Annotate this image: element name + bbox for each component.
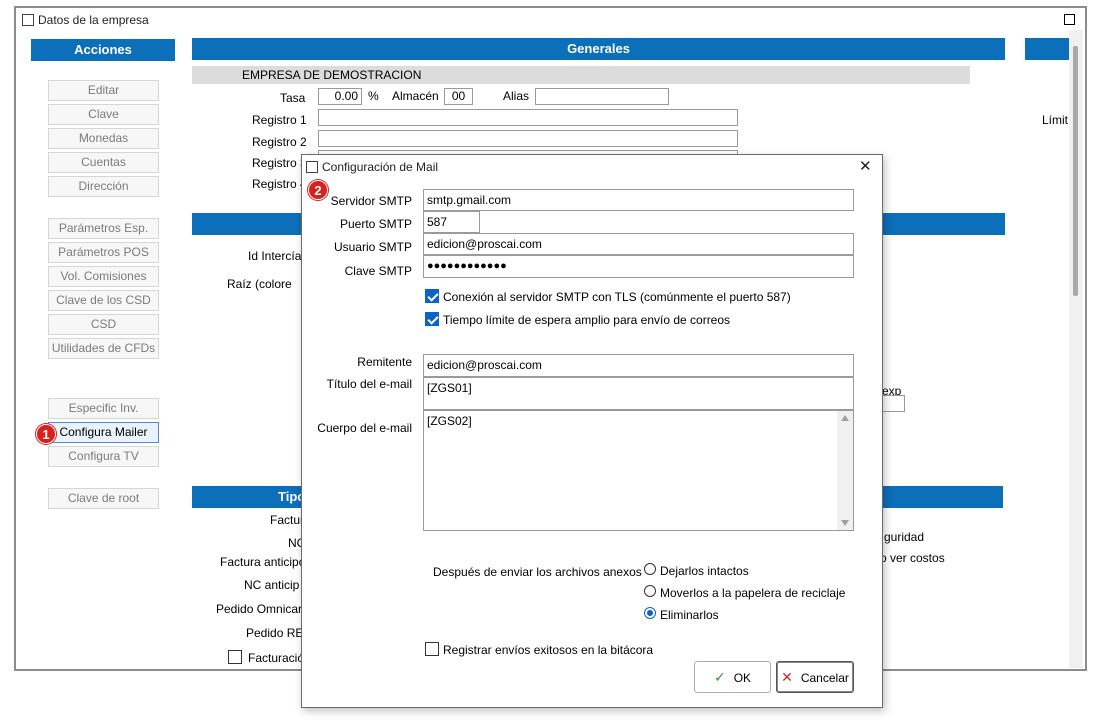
tls-checkbox[interactable] xyxy=(425,289,439,303)
window-icon xyxy=(22,14,34,26)
alias-label: Alias xyxy=(503,89,530,103)
close-icon[interactable]: ✕ xyxy=(859,157,872,175)
cuerpo-textarea[interactable]: [ZGS02] xyxy=(423,410,854,531)
tasa-input[interactable]: 0.00 xyxy=(318,88,362,105)
facturacion-label: Facturació xyxy=(248,651,305,665)
parametros-pos-button[interactable]: Parámetros POS xyxy=(48,242,159,263)
clave-root-button[interactable]: Clave de root xyxy=(48,488,159,509)
despues-label: Después de enviar los archivos anexos xyxy=(433,565,642,579)
remitente-label: Remitente xyxy=(357,355,412,369)
cuerpo-label: Cuerpo del e-mail xyxy=(317,421,412,435)
x-icon: ✕ xyxy=(781,669,793,685)
servidor-smtp-label: Servidor SMTP xyxy=(330,194,412,208)
registrar-checkbox[interactable] xyxy=(425,642,439,656)
remitente-input[interactable]: edicion@proscai.com xyxy=(423,354,854,377)
radio-eliminar[interactable] xyxy=(644,607,656,619)
registro-2-label: Registro 2 xyxy=(252,135,307,149)
titulo-label: Título del e-mail xyxy=(326,377,412,391)
tasa-label: Tasa xyxy=(280,91,306,105)
timeout-label: Tiempo límite de espera amplio para enví… xyxy=(443,313,731,327)
scroll-up-icon[interactable] xyxy=(841,415,849,421)
check-icon: ✓ xyxy=(713,669,726,685)
usuario-smtp-label: Usuario SMTP xyxy=(333,240,412,254)
pedido-rel-label: Pedido REI xyxy=(246,626,307,640)
acciones-header: Acciones xyxy=(31,39,175,61)
ok-label: OK xyxy=(733,671,752,685)
maximize-icon[interactable] xyxy=(1064,14,1075,25)
radio-intactos[interactable] xyxy=(644,563,656,575)
scrollbar-thumb[interactable] xyxy=(1073,46,1078,296)
id-intercia-label: Id Intercía xyxy=(248,249,302,263)
step-badge-1: 1 xyxy=(36,424,56,444)
registro-4-label: Registro 4 xyxy=(252,177,307,191)
registro-2-input[interactable] xyxy=(318,130,738,147)
scroll-down-icon[interactable] xyxy=(841,520,849,526)
puerto-smtp-input[interactable]: 587 xyxy=(423,211,480,233)
clave-smtp-input[interactable]: ●●●●●●●●●●●● xyxy=(423,255,854,278)
especific-inv-button[interactable]: Especific Inv. xyxy=(48,398,159,419)
registrar-label: Registrar envíos exitosos en la bitácora xyxy=(443,643,654,657)
generales-header: Generales xyxy=(192,38,1005,60)
parametros-esp-button[interactable]: Parámetros Esp. xyxy=(48,218,159,239)
registro-3-label: Registro 3 xyxy=(252,156,307,170)
puerto-smtp-label: Puerto SMTP xyxy=(339,217,412,231)
configura-mailer-button[interactable]: Configura Mailer xyxy=(48,422,159,443)
percent-label: % xyxy=(368,89,379,103)
monedas-button[interactable]: Monedas xyxy=(48,128,159,149)
dialog-icon xyxy=(306,161,318,173)
raiz-label: Raíz (colore xyxy=(227,277,292,291)
almacen-input[interactable]: 00 xyxy=(444,88,473,105)
company-name-bar: EMPRESA DE DEMOSTRACION xyxy=(192,66,970,84)
radio-intactos-label: Dejarlos intactos xyxy=(660,564,749,578)
clave-smtp-label: Clave SMTP xyxy=(344,264,412,278)
radio-papelera-label: Moverlos a la papelera de reciclaje xyxy=(660,586,846,600)
editar-button[interactable]: Editar xyxy=(48,80,159,101)
mail-config-dialog: Configuración de Mail ✕ Servidor SMTP sm… xyxy=(301,154,883,708)
utilidades-cfds-button[interactable]: Utilidades de CFDs xyxy=(48,338,159,359)
ok-button[interactable]: ✓ OK xyxy=(694,661,771,693)
limit-label: Límit xyxy=(1042,113,1069,127)
dialog-title: Configuración de Mail xyxy=(322,160,439,174)
radio-eliminar-label: Eliminarlos xyxy=(660,608,719,622)
cancel-label: Cancelar xyxy=(800,671,849,685)
tls-label: Conexión al servidor SMTP con TLS (común… xyxy=(443,290,791,304)
direccion-button[interactable]: Dirección xyxy=(48,176,159,197)
nc-anticipo-label: NC anticip xyxy=(244,578,300,592)
pedido-omnicanal-label: Pedido Omnicar xyxy=(216,602,303,616)
factura-anticipo-label: Factura anticipo xyxy=(220,555,306,569)
cuerpo-text: [ZGS02] xyxy=(427,414,472,428)
servidor-smtp-input[interactable]: smtp.gmail.com xyxy=(423,189,854,211)
usuario-smtp-input[interactable]: edicion@proscai.com xyxy=(423,233,854,255)
cuentas-button[interactable]: Cuentas xyxy=(48,152,159,173)
company-name: EMPRESA DE DEMOSTRACION xyxy=(242,68,422,82)
right-header xyxy=(1025,38,1069,60)
registro-1-input[interactable] xyxy=(318,109,738,126)
clave-button[interactable]: Clave xyxy=(48,104,159,125)
cuerpo-scrollbar[interactable] xyxy=(837,411,853,530)
main-scrollbar[interactable] xyxy=(1069,30,1083,668)
seguridad-label: guridad xyxy=(884,530,925,544)
vol-comisiones-button[interactable]: Vol. Comisiones xyxy=(48,266,159,287)
ver-costos-label: o ver costos xyxy=(880,551,945,565)
exp-input[interactable] xyxy=(880,395,905,412)
titulo-input[interactable]: [ZGS01] xyxy=(423,377,854,410)
radio-papelera[interactable] xyxy=(644,585,656,597)
window-title: Datos de la empresa xyxy=(38,13,149,27)
cancel-button[interactable]: ✕ Cancelar xyxy=(776,661,854,693)
timeout-checkbox[interactable] xyxy=(425,312,439,326)
step-badge-2: 2 xyxy=(308,180,328,200)
almacen-label: Almacén xyxy=(392,89,439,103)
csd-button[interactable]: CSD xyxy=(48,314,159,335)
registro-1-label: Registro 1 xyxy=(252,113,307,127)
facturacion-checkbox[interactable] xyxy=(228,650,242,664)
alias-input[interactable] xyxy=(535,88,669,105)
clave-csd-button[interactable]: Clave de los CSD xyxy=(48,290,159,311)
configura-tv-button[interactable]: Configura TV xyxy=(48,446,159,467)
